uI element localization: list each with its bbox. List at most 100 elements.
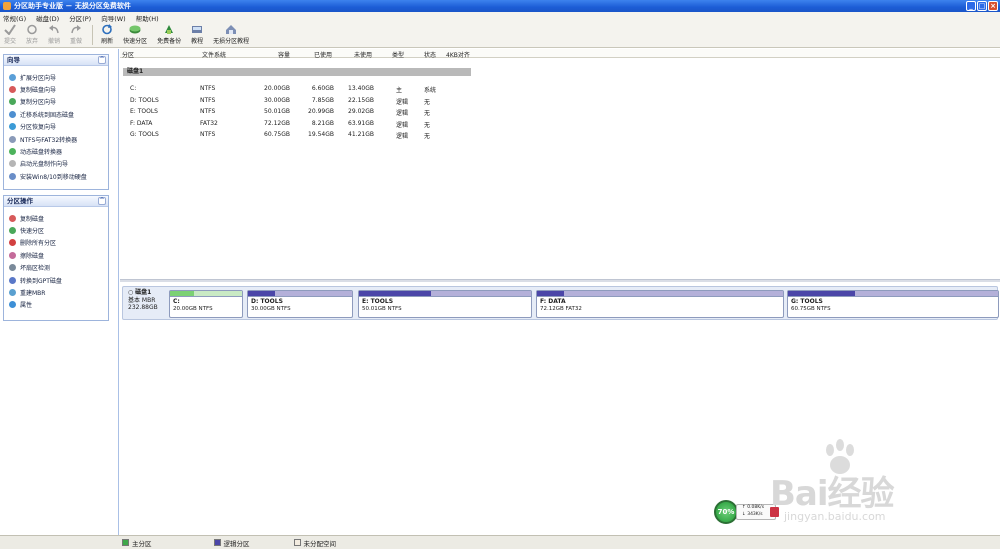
wizard-item-migrate-os[interactable]: 迁移系统到固态磁盘 <box>4 108 108 120</box>
partition-usage-fill <box>537 291 565 296</box>
toolbar: 提交 放弃 撤销 重做 刷新 快速分区 免费备份 教程 无损分区教程 <box>0 23 1000 48</box>
collapse-icon[interactable]: ^ <box>98 56 106 64</box>
undo-label: 撤销 <box>48 38 61 45</box>
op-properties[interactable]: 属性 <box>4 299 108 311</box>
discard-label: 放弃 <box>26 38 39 45</box>
cell-status: 无 <box>424 98 431 106</box>
cell-status: 无 <box>424 121 431 129</box>
free-backup-button[interactable]: 免费备份 <box>157 24 181 47</box>
partition-ops-header[interactable]: 分区操作 ^ <box>4 196 108 207</box>
refresh-button[interactable]: 刷新 <box>101 24 113 47</box>
win-to-go-icon <box>9 172 16 180</box>
wipe-disk-icon <box>9 251 16 259</box>
watermark-url: jingyan.baidu.com <box>784 510 886 523</box>
cell-partition: F: DATA <box>130 119 153 127</box>
op-delete-all[interactable]: 删除所有分区 <box>4 237 108 249</box>
disk-info: ○ 磁盘1 基本 MBR 232.88GB <box>125 289 167 317</box>
copy-disk-icon <box>9 86 16 94</box>
lossless-tutorial-button[interactable]: 无损分区教程 <box>213 24 249 47</box>
partition-name: E: TOOLS <box>362 298 394 305</box>
partition-block[interactable]: E: TOOLS 50.01GB NTFS <box>358 290 532 318</box>
op-rebuild-mbr[interactable]: 重建MBR <box>4 286 108 298</box>
col-partition[interactable]: 分区 <box>122 50 134 59</box>
cell-partition: E: TOOLS <box>130 108 158 115</box>
partition-block[interactable]: F: DATA 72.12GB FAT32 <box>536 290 784 318</box>
legend: 主分区 逻辑分区 未分配空间 <box>118 535 1000 549</box>
logical-swatch <box>213 539 221 546</box>
op-wipe-disk[interactable]: 擦除磁盘 <box>4 249 108 261</box>
wizard-item-copy-disk[interactable]: 复制磁盘向导 <box>4 83 108 95</box>
legend-logical: 逻辑分区 <box>213 538 250 548</box>
table-row[interactable]: G: TOOLS NTFS 60.75GB 19.54GB 41.21GB 逻辑 无 <box>120 131 480 142</box>
quick-partition-icon <box>9 227 16 235</box>
watermark-brand: Bai经验 <box>770 474 895 514</box>
wizard-item-boot-cd[interactable]: 启动光盘制作向导 <box>4 158 108 170</box>
cell-partition: C: <box>130 85 137 92</box>
menu-partition[interactable]: 分区(P) <box>69 13 91 23</box>
wizard-item-ntfs-fat32[interactable]: NTFS与FAT32转换器 <box>4 133 108 145</box>
undo-button[interactable]: 撤销 <box>48 24 60 47</box>
copy-disk-icon <box>9 214 16 222</box>
col-4k-align[interactable]: 4KB对齐 <box>446 50 470 59</box>
redo-label: 重做 <box>70 38 83 45</box>
table-row[interactable]: C: NTFS 20.00GB 6.60GB 13.40GB 主 系统 <box>120 85 480 96</box>
disk-group-header[interactable]: 磁盘1 <box>123 68 471 76</box>
op-convert-gpt[interactable]: 转换到GPT磁盘 <box>4 274 108 286</box>
cell-filesystem: FAT32 <box>200 119 218 127</box>
partition-block[interactable]: G: TOOLS 60.75GB NTFS <box>787 290 999 318</box>
menu-wizard[interactable]: 向导(W) <box>101 13 126 23</box>
partition-detail: 30.00GB NTFS <box>251 306 291 312</box>
partition-name: G: TOOLS <box>791 298 823 305</box>
disk-icon: ○ <box>128 289 134 296</box>
col-type[interactable]: 类型 <box>392 50 404 59</box>
check-icon <box>4 24 16 35</box>
partition-block[interactable]: D: TOOLS 30.00GB NTFS <box>247 290 353 318</box>
wizard-item-dynamic-disk[interactable]: 动态磁盘转换器 <box>4 145 108 157</box>
copy-partition-icon <box>9 98 16 106</box>
maximize-button[interactable]: □ <box>977 1 987 11</box>
table-row[interactable]: F: DATA FAT32 72.12GB 8.21GB 63.91GB 逻辑 无 <box>120 120 480 131</box>
op-bad-sector[interactable]: 坏扇区检测 <box>4 262 108 274</box>
op-quick-partition[interactable]: 快速分区 <box>4 224 108 236</box>
migrate-os-icon <box>9 110 16 118</box>
wizard-item-recovery[interactable]: 分区恢复向导 <box>4 121 108 133</box>
collapse-icon[interactable]: ^ <box>98 197 106 205</box>
menu-general[interactable]: 常规(G) <box>3 13 26 23</box>
menu-help[interactable]: 帮助(H) <box>136 13 159 23</box>
boot-cd-icon <box>9 160 16 168</box>
cell-unused: 13.40GB <box>348 85 374 92</box>
download-speed: 343K/s <box>747 511 763 517</box>
partition-block[interactable]: C: 20.00GB NTFS <box>169 290 243 318</box>
col-unused[interactable]: 未使用 <box>354 50 372 59</box>
disk-card[interactable]: ○ 磁盘1 基本 MBR 232.88GB C: 20.00GB NTFS D: T… <box>122 286 999 320</box>
discard-icon <box>27 24 37 35</box>
wizard-item-extend[interactable]: 扩展分区向导 <box>4 71 108 83</box>
redo-button[interactable]: 重做 <box>70 24 82 47</box>
col-capacity[interactable]: 容量 <box>278 50 290 59</box>
table-row[interactable]: E: TOOLS NTFS 50.01GB 20.99GB 29.02GB 逻辑 无 <box>120 108 480 119</box>
wizard-panel-header[interactable]: 向导 ^ <box>4 55 108 66</box>
op-copy-disk[interactable]: 复制磁盘 <box>4 212 108 224</box>
partition-name: D: TOOLS <box>251 298 283 305</box>
menu-disk[interactable]: 磁盘(D) <box>36 13 59 23</box>
tutorial-button[interactable]: 教程 <box>191 24 203 47</box>
left-sidebar: 向导 ^ 扩展分区向导 复制磁盘向导 复制分区向导 迁移系统到固态磁盘 分区恢复… <box>0 49 119 535</box>
wizard-item-win-to-go[interactable]: 安装Win8/10到移动硬盘 <box>4 170 108 182</box>
table-row[interactable]: D: TOOLS NTFS 30.00GB 7.85GB 22.15GB 逻辑 无 <box>120 97 480 108</box>
discard-button[interactable]: 放弃 <box>26 24 38 47</box>
cell-unused: 41.21GB <box>348 131 374 138</box>
cell-filesystem: NTFS <box>200 131 216 138</box>
quick-partition-button[interactable]: 快速分区 <box>123 24 147 47</box>
close-button[interactable]: × <box>988 1 998 11</box>
partition-detail: 72.12GB FAT32 <box>540 306 582 312</box>
cell-status: 系统 <box>424 87 437 94</box>
upload-speed: 0.08K/s <box>747 505 765 510</box>
commit-button[interactable]: 提交 <box>4 24 16 47</box>
col-used[interactable]: 已使用 <box>314 50 332 59</box>
minimize-button[interactable]: _ <box>966 1 976 11</box>
wizard-item-copy-partition[interactable]: 复制分区向导 <box>4 96 108 108</box>
col-status[interactable]: 状态 <box>424 50 436 59</box>
cell-capacity: 20.00GB <box>264 85 290 92</box>
free-backup-label: 免费备份 <box>157 38 182 45</box>
col-filesystem[interactable]: 文件系统 <box>202 50 226 59</box>
